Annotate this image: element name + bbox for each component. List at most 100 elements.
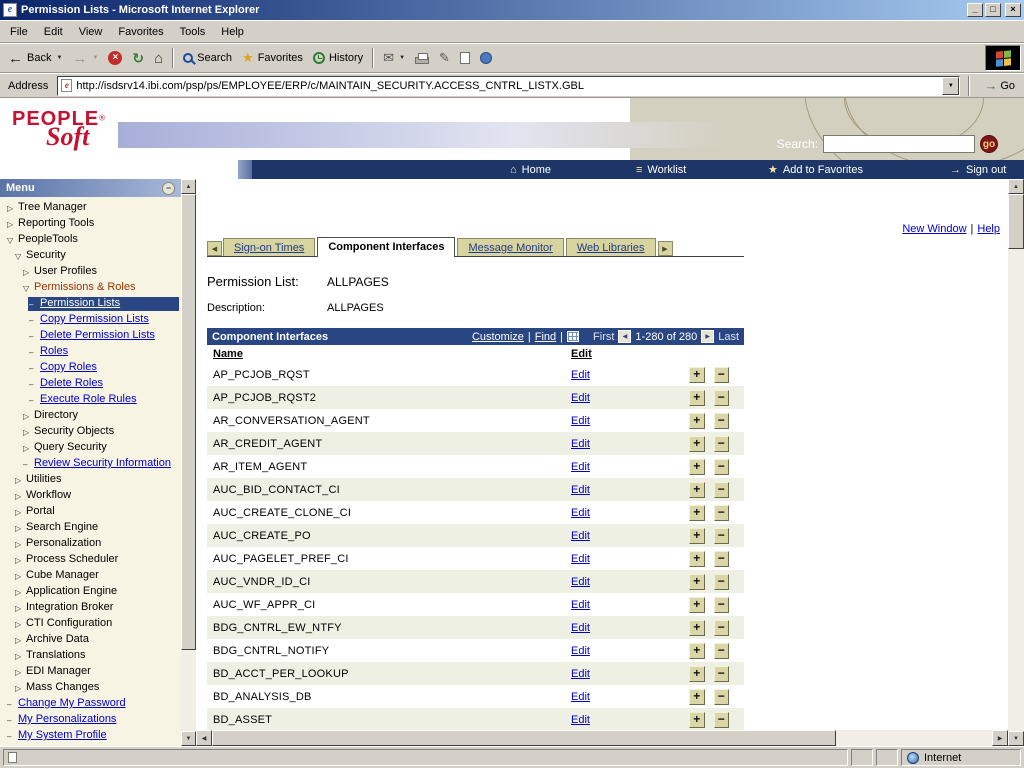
add-row-button[interactable]: + (689, 620, 705, 636)
search-button[interactable]: Search (178, 46, 237, 70)
scrollbar-thumb[interactable] (212, 730, 836, 746)
add-row-button[interactable]: + (689, 689, 705, 705)
add-row-button[interactable]: + (689, 551, 705, 567)
forward-dropdown-icon[interactable]: ▼ (92, 55, 98, 61)
menu-item[interactable]: ▷ Integration Broker (14, 601, 179, 615)
menu-item[interactable]: File (2, 23, 36, 41)
edit-link[interactable]: Edit (571, 691, 689, 703)
menu-item[interactable]: ▷ Cube Manager (14, 569, 179, 583)
delete-row-button[interactable]: − (714, 413, 730, 429)
find-link[interactable]: Find (535, 331, 556, 343)
stop-button[interactable]: × (103, 46, 127, 70)
add-row-button[interactable]: + (689, 666, 705, 682)
add-row-button[interactable]: + (689, 367, 705, 383)
window-titlebar[interactable]: e Permission Lists - Microsoft Internet … (0, 0, 1024, 20)
mail-button[interactable]: ✉ ▼ (378, 46, 410, 70)
edit-link[interactable]: Edit (571, 622, 689, 634)
delete-row-button[interactable]: − (714, 482, 730, 498)
delete-row-button[interactable]: − (714, 505, 730, 521)
add-row-button[interactable]: + (689, 390, 705, 406)
address-input[interactable]: e http://isdsrv14.ibi.com/psp/ps/EMPLOYE… (57, 76, 960, 96)
delete-row-button[interactable]: − (714, 459, 730, 475)
scroll-right-button[interactable]: ▶ (992, 730, 1008, 746)
delete-row-button[interactable]: − (714, 620, 730, 636)
add-row-button[interactable]: + (689, 505, 705, 521)
edit-link[interactable]: Edit (571, 438, 689, 450)
menu-item[interactable]: ▷ Reporting Tools (6, 217, 179, 231)
delete-row-button[interactable]: − (714, 574, 730, 590)
back-button[interactable]: ← Back ▼ (3, 46, 67, 70)
menu-item[interactable]: ▷ Workflow (14, 489, 179, 503)
edit-link[interactable]: Edit (571, 461, 689, 473)
name-column-header[interactable]: Name (213, 348, 571, 360)
nav-home[interactable]: ⌂ Home (510, 160, 551, 179)
edit-link[interactable]: Edit (571, 369, 689, 381)
close-button[interactable]: × (1005, 3, 1021, 17)
nav-sign-out[interactable]: → Sign out (950, 160, 1006, 179)
scrollbar-track[interactable] (212, 730, 992, 746)
menu-collapse-button[interactable]: − (162, 182, 175, 195)
menu-item[interactable]: – My System Profile (6, 729, 179, 743)
scroll-down-button[interactable]: ▼ (181, 731, 196, 746)
menu-item[interactable]: – Copy Permission Lists (28, 313, 179, 327)
menu-item[interactable]: ▷ Portal (14, 505, 179, 519)
forward-button[interactable]: → ▼ (67, 46, 103, 70)
next-page-button[interactable]: ▶ (701, 330, 714, 343)
tab-message-monitor[interactable]: Message Monitor (457, 238, 563, 256)
menu-item[interactable]: View (71, 23, 111, 41)
menu-item[interactable]: ▷ Translations (14, 649, 179, 663)
menu-item[interactable]: ▽ PeopleTools (6, 233, 179, 247)
menu-item[interactable]: ▷ Security Objects (22, 425, 179, 439)
menu-item[interactable]: Help (213, 23, 252, 41)
add-row-button[interactable]: + (689, 712, 705, 728)
menu-item[interactable]: ▽ Security (14, 249, 179, 263)
add-row-button[interactable]: + (689, 459, 705, 475)
tab-scroll-left-button[interactable]: ◀ (207, 241, 222, 256)
tab-component-interfaces[interactable]: Component Interfaces (317, 237, 455, 257)
tab-sign-on-times[interactable]: Sign-on Times (223, 238, 315, 256)
scroll-down-button[interactable]: ▼ (1008, 731, 1024, 746)
add-row-button[interactable]: + (689, 528, 705, 544)
menu-item[interactable]: Edit (36, 23, 71, 41)
previous-page-button[interactable]: ◀ (618, 330, 631, 343)
main-scrollbar[interactable]: ▲ ▼ (1008, 179, 1024, 746)
menu-item[interactable]: – Delete Permission Lists (28, 329, 179, 343)
edit-link[interactable]: Edit (571, 553, 689, 565)
scroll-left-button[interactable]: ◀ (196, 730, 212, 746)
back-dropdown-icon[interactable]: ▼ (56, 55, 62, 61)
menu-item[interactable]: ▷ User Profiles (22, 265, 179, 279)
delete-row-button[interactable]: − (714, 390, 730, 406)
scroll-up-button[interactable]: ▲ (181, 179, 196, 194)
add-row-button[interactable]: + (689, 482, 705, 498)
edit-link[interactable]: Edit (571, 714, 689, 726)
refresh-button[interactable]: ↻ (127, 46, 149, 70)
address-dropdown-button[interactable]: ▼ (942, 77, 959, 95)
scrollbar-thumb[interactable] (181, 194, 196, 650)
menu-item[interactable]: ▷ Personalization (14, 537, 179, 551)
menu-item[interactable]: ▷ CTI Configuration (14, 617, 179, 631)
menu-item[interactable]: – Review Security Information (22, 457, 179, 471)
menu-item[interactable]: – Change My Password (6, 697, 179, 711)
menu-item[interactable]: ▷ Search Engine (14, 521, 179, 535)
tab-scroll-right-button[interactable]: ▶ (658, 241, 673, 256)
menu-item[interactable]: – Permission Lists (28, 297, 179, 311)
menu-item[interactable]: – Delete Roles (28, 377, 179, 391)
menu-item[interactable]: ▷ Mass Changes (14, 681, 179, 695)
minimize-button[interactable]: _ (967, 3, 983, 17)
scrollbar-track[interactable] (1008, 194, 1024, 731)
discuss-button[interactable] (455, 46, 475, 70)
mail-dropdown-icon[interactable]: ▼ (399, 55, 405, 61)
edit-link[interactable]: Edit (571, 599, 689, 611)
delete-row-button[interactable]: − (714, 528, 730, 544)
edit-link[interactable]: Edit (571, 507, 689, 519)
horizontal-scrollbar[interactable]: ◀ ▶ (196, 730, 1008, 746)
menu-item[interactable]: ▷ Process Scheduler (14, 553, 179, 567)
edit-link[interactable]: Edit (571, 415, 689, 427)
delete-row-button[interactable]: − (714, 689, 730, 705)
menu-item[interactable]: – Execute Role Rules (28, 393, 179, 407)
favorites-button[interactable]: ★ Favorites (237, 46, 308, 70)
customize-link[interactable]: Customize (472, 331, 524, 343)
delete-row-button[interactable]: − (714, 712, 730, 728)
menu-item[interactable]: Favorites (110, 23, 171, 41)
sidebar-scrollbar[interactable]: ▲ ▼ (181, 179, 196, 746)
